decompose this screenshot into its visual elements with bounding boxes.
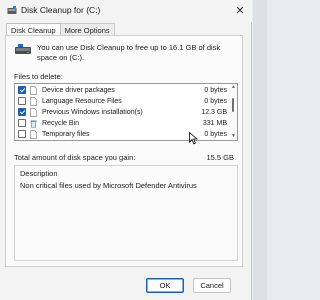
file-name: Temporary files — [42, 131, 90, 138]
blank-file-icon — [30, 108, 37, 117]
files-to-delete-label: Files to delete: — [14, 72, 63, 81]
checkbox-language-resource-files[interactable] — [18, 97, 26, 105]
files-list-scrollbar[interactable]: ▲ ▼ — [230, 84, 237, 140]
intro-text: You can use Disk Cleanup to free up to 1… — [37, 43, 221, 62]
hard-drive-icon — [15, 44, 31, 54]
blank-file-icon — [30, 97, 37, 106]
files-to-delete-list[interactable]: Device driver packages 0 bytes Language … — [14, 83, 238, 141]
file-size: 0 bytes — [204, 131, 227, 138]
list-item[interactable]: Recycle Bin 331 MB — [15, 118, 231, 129]
disk-cleanup-icon — [7, 6, 17, 14]
title-bar: Disk Cleanup for (C:) ✕ — [0, 0, 252, 22]
cancel-button[interactable]: Cancel — [193, 278, 231, 293]
file-name: Device driver packages — [42, 87, 115, 94]
list-item[interactable]: Previous Windows installation(s) 12.3 GB — [15, 107, 231, 118]
file-size: 0 bytes — [204, 87, 227, 94]
file-name: Recycle Bin — [42, 120, 79, 127]
total-space-label: Total amount of disk space you gain: — [14, 153, 136, 162]
list-item[interactable]: Language Resource Files 0 bytes — [15, 96, 231, 107]
description-title: Description — [20, 169, 58, 178]
total-space-value: 15.5 GB — [206, 153, 234, 162]
checkbox-recycle-bin[interactable] — [18, 119, 26, 127]
checkbox-temporary-files[interactable] — [18, 130, 26, 138]
list-item[interactable]: Device driver packages 0 bytes — [15, 85, 231, 96]
scrollbar-thumb[interactable] — [232, 98, 234, 112]
scroll-down-arrow-icon[interactable]: ▼ — [231, 134, 236, 139]
blank-file-icon — [30, 130, 37, 139]
scroll-up-arrow-icon[interactable]: ▲ — [231, 85, 236, 90]
file-name: Previous Windows installation(s) — [42, 109, 143, 116]
blank-file-icon — [30, 86, 37, 95]
file-name: Language Resource Files — [42, 98, 122, 105]
file-size: 12.3 GB — [201, 109, 227, 116]
close-icon[interactable]: ✕ — [233, 4, 247, 18]
description-text: Non critical files used by Microsoft Def… — [20, 181, 197, 190]
recycle-bin-icon — [30, 120, 37, 128]
checkbox-previous-windows-installations[interactable] — [18, 108, 26, 116]
checkbox-device-driver-packages[interactable] — [18, 86, 26, 94]
mouse-cursor-icon — [189, 132, 198, 145]
window-title: Disk Cleanup for (C:) — [21, 5, 101, 15]
background-strip — [253, 0, 267, 300]
dialog-footer: OK Cancel — [0, 270, 252, 300]
disk-cleanup-panel: You can use Disk Cleanup to free up to 1… — [5, 35, 243, 267]
file-size: 331 MB — [202, 120, 227, 127]
disk-cleanup-window: Disk Cleanup for (C:) ✕ Disk Cleanup Mor… — [0, 0, 252, 300]
list-item[interactable]: Temporary files 0 bytes — [15, 129, 231, 140]
description-box: Description Non critical files used by M… — [14, 165, 238, 261]
ok-button[interactable]: OK — [146, 278, 184, 293]
file-size: 0 bytes — [204, 98, 227, 105]
